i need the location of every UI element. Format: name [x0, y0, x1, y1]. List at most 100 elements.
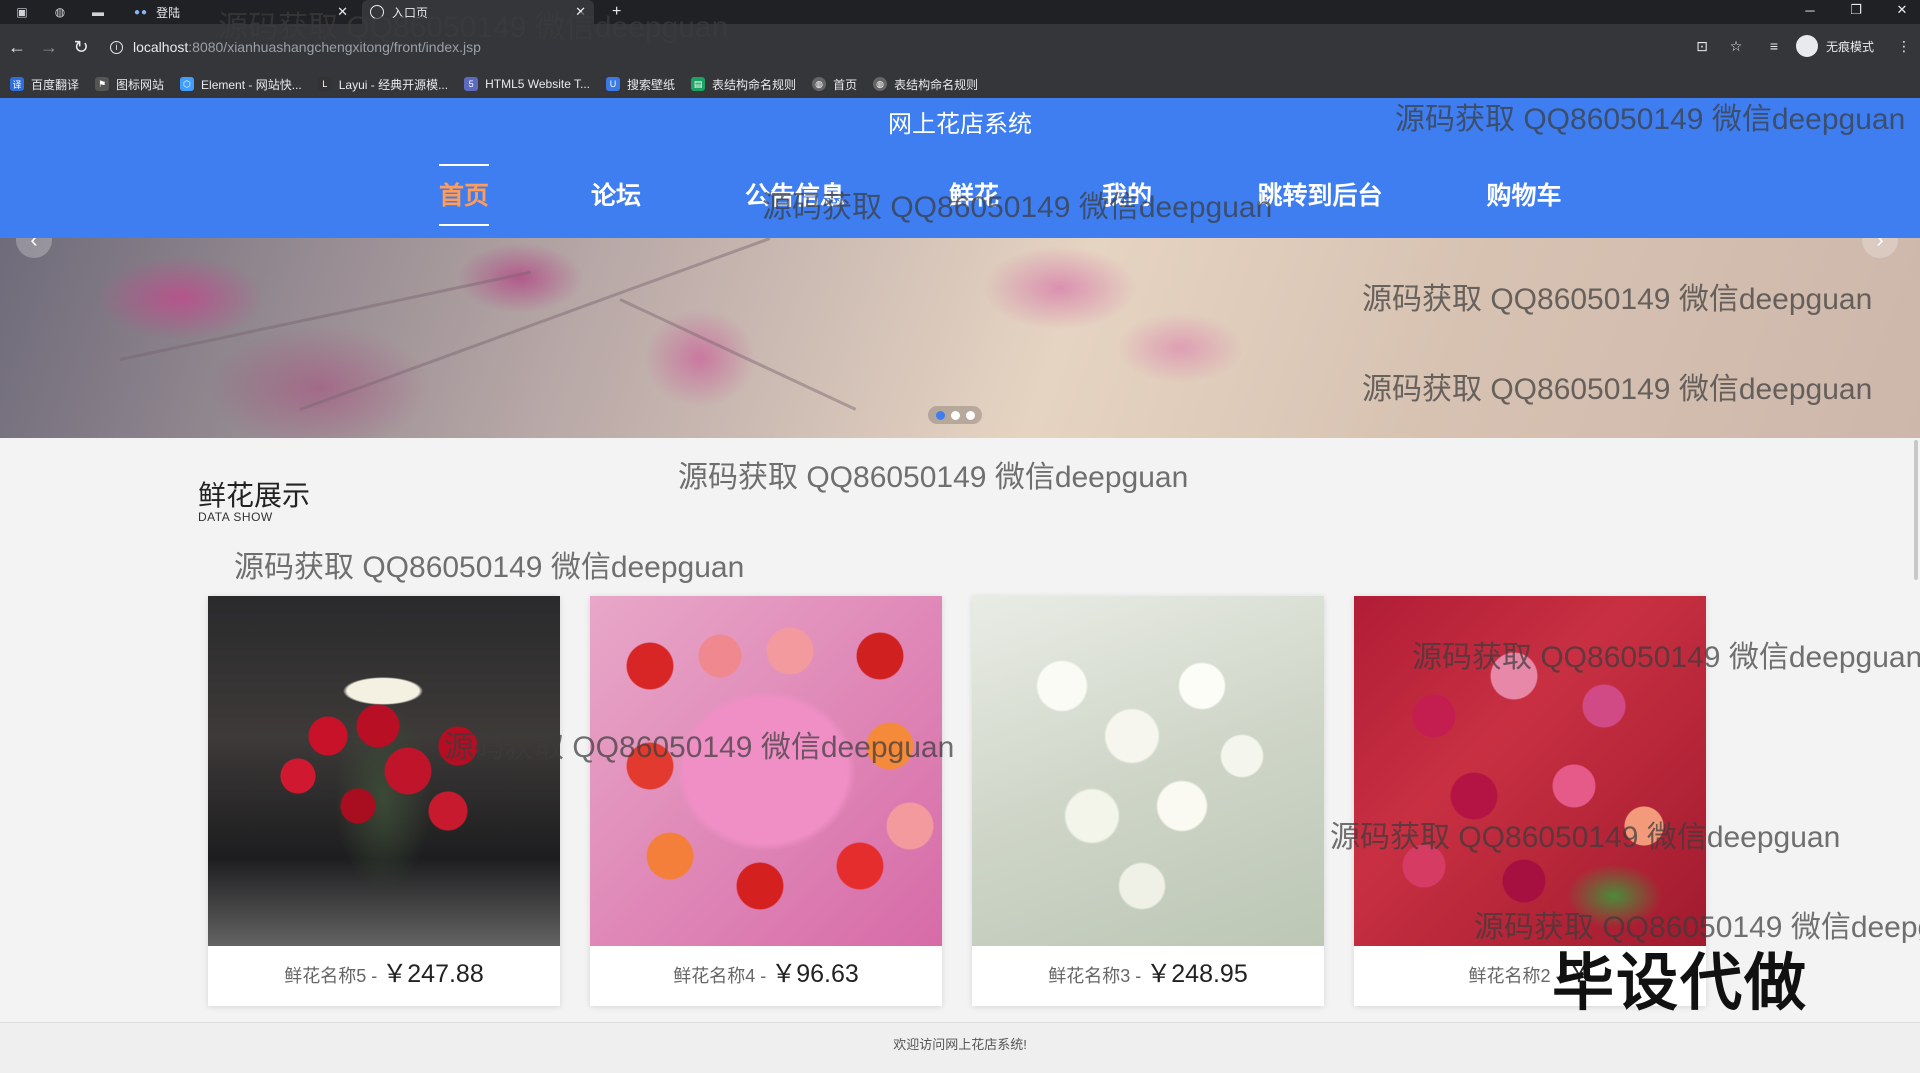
bookmarks-bar: 译百度翻译 ⚑ 图标网站 ⬡ Element - 网站快... L Layui - 经… [0, 70, 1920, 99]
reading-list-icon[interactable]: ≡ [1764, 36, 1784, 56]
carousel-dot[interactable] [935, 410, 945, 420]
translate-icon[interactable]: ⊡ [1692, 36, 1712, 56]
promo-stamp: 毕设代做 [1552, 949, 1809, 1018]
url-host: localhost [133, 39, 189, 55]
product-image[interactable] [1354, 596, 1706, 946]
browser-tab-bar: ▣ ◍ ▬ ●● 登陆 ✕ 入口页 ✕ + ─ ❐ ✕ [0, 0, 1920, 24]
browser-tab-login[interactable]: ●● 登陆 ✕ [124, 0, 356, 24]
carousel-next-icon[interactable]: › [1862, 238, 1898, 258]
profile-label: 无痕模式 [1826, 39, 1875, 54]
section-subtitle: DATA SHOW [198, 510, 273, 524]
globe-icon [370, 5, 384, 19]
bookmark-star-icon[interactable]: ☆ [1726, 36, 1746, 56]
product-image[interactable] [590, 596, 942, 946]
url-field[interactable]: i localhost :8080/xianhuashangchengxiton… [110, 34, 481, 60]
browser-tab-entry[interactable]: 入口页 ✕ [362, 0, 594, 24]
page-scrollbar[interactable] [1914, 440, 1918, 580]
bookmark-item[interactable]: 5 HTML5 Website T... [464, 77, 590, 91]
bookmark-label: Element - 网站快... [201, 77, 302, 92]
minimize-icon[interactable]: ─ [1790, 0, 1830, 20]
product-name: 鲜花名称3 [1048, 966, 1131, 986]
product-name: 鲜花名称5 [284, 966, 367, 986]
forward-icon[interactable]: → [38, 36, 60, 58]
product-price: ￥248.95 [1146, 960, 1248, 988]
banner-stem [299, 238, 771, 411]
product-caption: 鲜花名称4 - ￥96.63 [590, 954, 942, 990]
bookmark-item[interactable]: ▤ 表结构命名规则 [691, 76, 796, 93]
page-footer: 欢迎访问网上花店系统! [0, 1022, 1920, 1073]
product-image[interactable] [972, 596, 1324, 946]
product-separator: - [1130, 966, 1147, 986]
tab-favicon-icon: ●● [134, 6, 149, 18]
bookmark-item[interactable]: ◍ 表结构命名规则 [873, 76, 978, 93]
nav-notices[interactable]: 公告信息 [745, 176, 845, 212]
product-name: 鲜花名称4 [673, 966, 756, 986]
carousel-dot[interactable] [950, 410, 960, 420]
globe-icon: ◍ [812, 77, 827, 91]
wallpaper-icon: U [606, 77, 621, 91]
globe-icon: ◍ [873, 77, 888, 91]
watermark-text: 源码获取 QQ86050149 微信deepguan [678, 461, 1189, 494]
product-price: ￥247.88 [382, 960, 484, 988]
tab-label: 入口页 [392, 5, 429, 20]
carousel-dot[interactable] [965, 410, 975, 420]
bookmark-label: 表结构命名规则 [894, 77, 979, 92]
bookmark-label: 图标网站 [116, 77, 165, 92]
product-image[interactable] [208, 596, 560, 946]
menu-kebab-icon[interactable]: ⋮ [1894, 36, 1914, 56]
close-window-icon[interactable]: ✕ [1882, 0, 1920, 20]
bookmark-label: 搜索壁纸 [627, 77, 676, 92]
product-separator: - [366, 966, 383, 986]
bookmark-item[interactable]: L Layui - 经典开源模... [317, 76, 448, 93]
nav-mine[interactable]: 我的 [1102, 176, 1152, 212]
globe-icon[interactable]: ◍ [52, 4, 68, 20]
bookmark-item[interactable]: ⚑ 图标网站 [95, 76, 164, 93]
restore-icon[interactable]: ❐ [1836, 0, 1876, 20]
product-card[interactable]: 鲜花名称5 - ￥247.88 [208, 596, 560, 1006]
product-name: 鲜花名称2 [1468, 966, 1551, 986]
new-tab-button[interactable]: + [612, 0, 632, 24]
carousel-prev-icon[interactable]: ‹ [16, 238, 52, 258]
bookmark-item[interactable]: 译百度翻译 [10, 76, 79, 93]
watermark-text: 源码获取 QQ86050149 微信deepguan [234, 551, 745, 584]
carousel-banner[interactable]: ‹ › [0, 238, 1920, 438]
nav-admin[interactable]: 跳转到后台 [1257, 176, 1382, 212]
nav-forum[interactable]: 论坛 [591, 176, 641, 212]
nav-cart[interactable]: 购物车 [1486, 176, 1561, 212]
flag-icon: ⚑ [95, 77, 110, 91]
product-card[interactable]: 鲜花名称3 - ￥248.95 [972, 596, 1324, 1006]
bookmark-item[interactable]: U 搜索壁纸 [606, 76, 675, 93]
bookmark-label: 表结构命名规则 [712, 77, 797, 92]
product-card[interactable]: 鲜花名称4 - ￥96.63 [590, 596, 942, 1006]
incognito-profile[interactable]: 无痕模式 [1796, 35, 1874, 57]
app-icon[interactable]: ▣ [14, 4, 30, 20]
layui-icon: L [317, 77, 332, 91]
banner-stem [619, 298, 857, 411]
nav-home[interactable]: 首页 [438, 164, 490, 226]
section-title: 鲜花展示 [198, 480, 311, 511]
bookmark-label: 首页 [833, 77, 858, 92]
product-caption: 鲜花名称5 - ￥247.88 [208, 954, 560, 990]
nav-flowers[interactable]: 鲜花 [949, 176, 999, 212]
bookmark-label: 百度翻译 [31, 77, 80, 92]
product-caption: 鲜花名称3 - ￥248.95 [972, 954, 1324, 990]
product-separator: - [755, 966, 772, 986]
url-path: :8080/xianhuashangchengxitong/front/inde… [188, 39, 481, 55]
reload-icon[interactable]: ↻ [70, 36, 92, 58]
site-header: 网上花店系统 首页 论坛 公告信息 鲜花 我的 跳转到后台 购物车 [0, 98, 1920, 238]
tab-label: 登陆 [156, 5, 181, 20]
close-tab-icon[interactable]: ✕ [575, 4, 586, 20]
product-price: ￥96.63 [771, 960, 859, 988]
window-icon[interactable]: ▬ [90, 4, 106, 20]
carousel-indicators [928, 406, 982, 424]
back-icon[interactable]: ← [6, 36, 28, 58]
bookmark-item[interactable]: ⬡ Element - 网站快... [180, 76, 302, 93]
sheet-icon: ▤ [691, 77, 706, 91]
incognito-icon [1796, 35, 1818, 57]
translate-icon: 译 [10, 77, 24, 91]
site-info-icon[interactable]: i [110, 40, 123, 54]
bookmark-item[interactable]: ◍ 首页 [812, 76, 857, 93]
close-tab-icon[interactable]: ✕ [337, 4, 348, 20]
bookmark-label: HTML5 Website T... [485, 77, 591, 91]
main-nav: 首页 论坛 公告信息 鲜花 我的 跳转到后台 购物车 [0, 138, 1920, 238]
